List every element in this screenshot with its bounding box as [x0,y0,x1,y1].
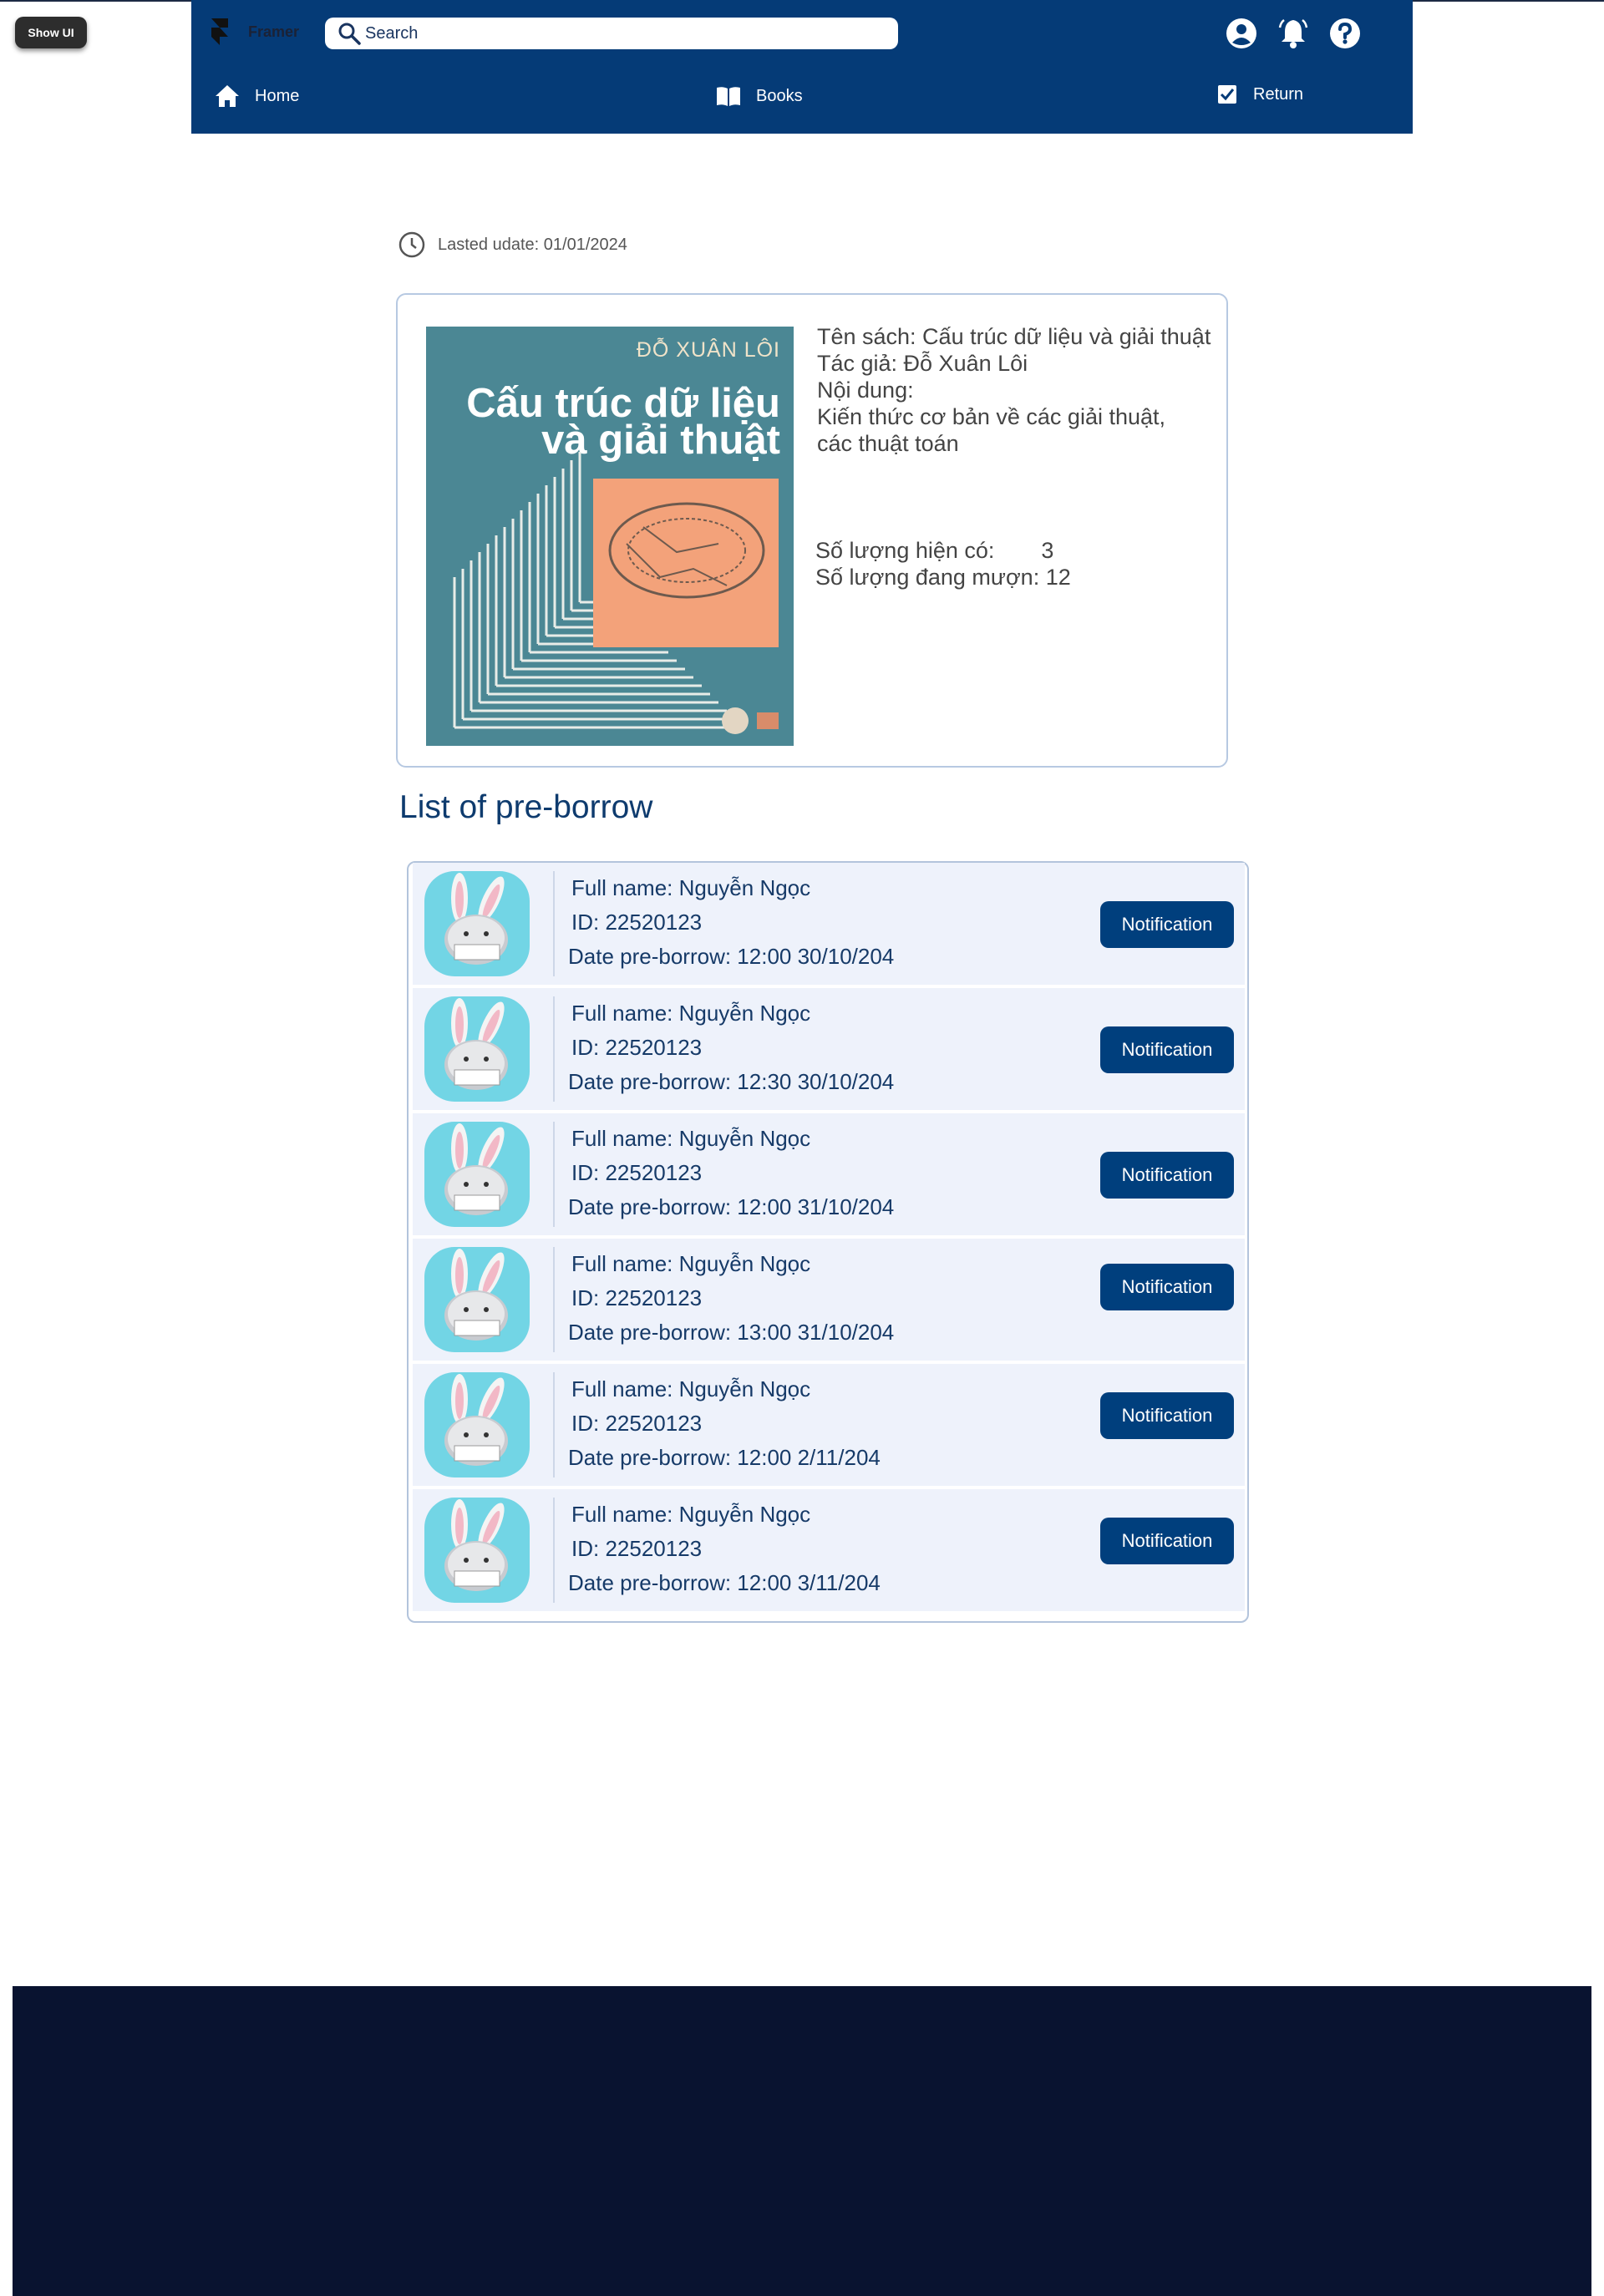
avatar [424,871,530,976]
bunny-avatar-image [444,998,508,1090]
bunny-avatar-image [444,1374,508,1466]
last-updated: Lasted udate: 01/01/2024 [398,231,627,259]
book-title-line: Tên sách: Cấu trúc dữ liệu và giải thuật [817,324,1211,349]
borrower-name: Full name: Nguyễn Ngọc [571,1126,811,1151]
borrower-id: ID: 22520123 [571,1035,703,1060]
row-divider [553,996,555,1102]
cover-artwork [453,452,779,734]
borrower-name: Full name: Nguyễn Ngọc [571,1502,811,1527]
pre-borrow-date: Date pre-borrow: 12:00 2/11/204 [568,1445,881,1470]
available-value: 3 [1041,538,1054,563]
borrower-name: Full name: Nguyễn Ngọc [571,1376,811,1401]
page-footer [13,1986,1591,2296]
book-detail-card: ĐỖ XUÂN LÔI Cấu trúc dữ liệu và giải thu… [396,293,1228,768]
avatar [424,996,530,1102]
list-item: Full name: Nguyễn Ngọc ID: 22520123 Date… [413,1113,1245,1235]
list-item: Full name: Nguyễn Ngọc ID: 22520123 Date… [413,1364,1245,1486]
row-divider [553,1247,555,1352]
search-placeholder: Search [365,23,419,43]
nav-return-label: Return [1253,84,1304,104]
row-divider [553,871,555,976]
book-content-label: Nội dung: [817,378,914,403]
list-item: Full name: Nguyễn Ngọc ID: 22520123 Date… [413,863,1245,985]
bunny-avatar-image [444,1249,508,1341]
bunny-avatar-image [444,1123,508,1215]
pre-borrow-list: Full name: Nguyễn Ngọc ID: 22520123 Date… [407,861,1249,1623]
available-label: Số lượng hiện có: [815,538,995,563]
book-cover-image: ĐỖ XUÂN LÔI Cấu trúc dữ liệu và giải thu… [426,327,794,746]
pre-borrow-date: Date pre-borrow: 12:00 30/10/204 [568,944,895,969]
book-quantity: Số lượng hiện có: 3 Số lượng đang mượn: 1… [815,537,1071,590]
pre-borrow-date: Date pre-borrow: 13:00 31/10/204 [568,1320,895,1345]
top-header: Framer Search Home Books Return [191,0,1413,134]
nav-return[interactable]: Return [1216,84,1303,105]
list-item: Full name: Nguyễn Ngọc ID: 22520123 Date… [413,988,1245,1110]
help-icon[interactable] [1327,16,1363,51]
row-divider [553,1498,555,1603]
borrower-id: ID: 22520123 [571,1160,703,1185]
borrower-id: ID: 22520123 [571,1411,703,1436]
nav-books-label: Books [756,86,803,105]
notification-button[interactable]: Notification [1100,901,1234,948]
show-ui-button[interactable]: Show UI [15,17,87,48]
brand-name: Framer [248,23,300,40]
last-updated-text: Lasted udate: 01/01/2024 [438,235,627,254]
row-divider [553,1372,555,1477]
borrower-id: ID: 22520123 [571,1285,703,1310]
nav-books[interactable]: Books [716,84,803,109]
bell-icon[interactable] [1276,16,1311,51]
list-item: Full name: Nguyễn Ngọc ID: 22520123 Date… [413,1239,1245,1361]
pre-borrow-date: Date pre-borrow: 12:30 30/10/204 [568,1069,895,1094]
book-info: Tên sách: Cấu trúc dữ liệu và giải thuật… [817,323,1211,457]
pre-borrow-date: Date pre-borrow: 12:00 3/11/204 [568,1570,881,1595]
search-input[interactable]: Search [325,18,898,49]
borrower-name: Full name: Nguyễn Ngọc [571,1251,811,1276]
row-divider [553,1122,555,1227]
notification-button[interactable]: Notification [1100,1392,1234,1439]
bunny-avatar-image [444,1499,508,1591]
borrower-name: Full name: Nguyễn Ngọc [571,875,811,900]
pre-borrow-list-title: List of pre-borrow [399,789,653,825]
user-icon[interactable] [1224,16,1259,51]
borrower-id: ID: 22520123 [571,1536,703,1561]
book-content-line2: các thuật toán [817,431,959,456]
notification-button[interactable]: Notification [1100,1026,1234,1073]
bunny-avatar-image [444,873,508,965]
framer-logo-icon [211,18,228,45]
book-content-line1: Kiến thức cơ bản về các giải thuật, [817,404,1166,429]
book-author-line: Tác giả: Đỗ Xuân Lôi [817,351,1028,376]
pre-borrow-date: Date pre-borrow: 12:00 31/10/204 [568,1194,895,1219]
notification-button[interactable]: Notification [1100,1264,1234,1310]
search-icon [338,23,361,45]
home-icon [216,85,239,107]
clock-icon [398,231,425,258]
borrower-name: Full name: Nguyễn Ngọc [571,1001,811,1026]
book-icon [717,87,740,106]
notification-button[interactable]: Notification [1100,1518,1234,1564]
borrowed-label: Số lượng đang mượn: [815,565,1040,590]
avatar [424,1372,530,1477]
borrower-id: ID: 22520123 [571,910,703,935]
notification-button[interactable]: Notification [1100,1152,1234,1199]
list-item: Full name: Nguyễn Ngọc ID: 22520123 Date… [413,1489,1245,1611]
avatar [424,1247,530,1352]
nav-home-label: Home [255,86,300,105]
return-icon [1218,85,1236,104]
avatar [424,1122,530,1227]
avatar [424,1498,530,1603]
nav-home[interactable]: Home [215,84,299,109]
borrowed-value: 12 [1045,565,1071,590]
